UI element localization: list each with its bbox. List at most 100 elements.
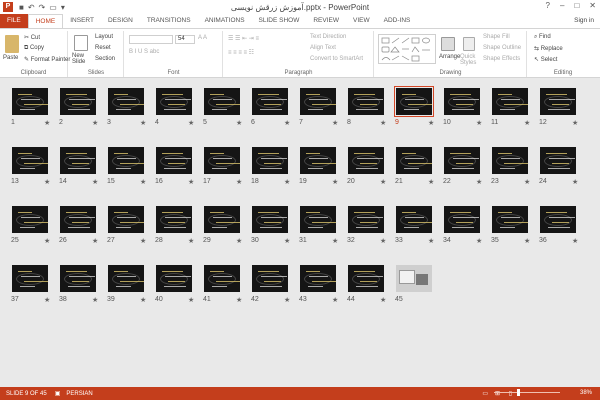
zoom-level[interactable]: 38% xyxy=(580,390,592,396)
tab-animations[interactable]: ANIMATIONS xyxy=(198,14,252,28)
slide-thumbnail[interactable] xyxy=(156,206,192,233)
transition-star-icon[interactable]: ★ xyxy=(236,178,242,186)
slide-thumbnail[interactable] xyxy=(108,206,144,233)
slide-thumbnail[interactable] xyxy=(348,265,384,292)
arrange-button[interactable]: Arrange xyxy=(439,54,460,60)
transition-star-icon[interactable]: ★ xyxy=(44,296,50,304)
tab-slide-show[interactable]: SLIDE SHOW xyxy=(252,14,307,28)
shape-fill-button[interactable]: Shape Fill xyxy=(483,34,510,40)
transition-star-icon[interactable]: ★ xyxy=(380,237,386,245)
slide-thumbnail[interactable] xyxy=(60,265,96,292)
transition-star-icon[interactable]: ★ xyxy=(428,237,434,245)
tab-insert[interactable]: INSERT xyxy=(63,14,101,28)
transition-star-icon[interactable]: ★ xyxy=(92,237,98,245)
transition-star-icon[interactable]: ★ xyxy=(524,178,530,186)
transition-star-icon[interactable]: ★ xyxy=(332,237,338,245)
convert-smartart-button[interactable]: Convert to SmartArt xyxy=(310,56,363,62)
layout-button[interactable]: Layout xyxy=(95,34,113,40)
slide-thumbnail[interactable] xyxy=(252,206,288,233)
proofing-icon[interactable]: ▣ xyxy=(55,390,61,397)
transition-star-icon[interactable]: ★ xyxy=(140,296,146,304)
slide-thumbnail[interactable] xyxy=(12,88,48,115)
sign-in-link[interactable]: Sign in xyxy=(574,17,594,24)
list-icons[interactable]: ☰ ☰ ⇤ ⇥ ≡ xyxy=(228,35,259,42)
slide-thumbnail[interactable] xyxy=(60,206,96,233)
transition-star-icon[interactable]: ★ xyxy=(476,178,482,186)
slide-thumbnail[interactable] xyxy=(252,88,288,115)
cut-button[interactable]: ✂ Cut xyxy=(24,34,40,41)
transition-star-icon[interactable]: ★ xyxy=(428,178,434,186)
transition-star-icon[interactable]: ★ xyxy=(380,296,386,304)
transition-star-icon[interactable]: ★ xyxy=(332,178,338,186)
quick-styles-button[interactable]: Quick Styles xyxy=(460,54,480,66)
slide-thumbnail[interactable] xyxy=(60,147,96,174)
transition-star-icon[interactable]: ★ xyxy=(236,119,242,127)
paste-button[interactable]: Paste xyxy=(3,55,18,61)
quick-styles-icon[interactable] xyxy=(463,37,475,51)
transition-star-icon[interactable]: ★ xyxy=(44,119,50,127)
transition-star-icon[interactable]: ★ xyxy=(236,237,242,245)
slide-thumbnail[interactable] xyxy=(540,88,576,115)
slide-thumbnail[interactable] xyxy=(396,147,432,174)
transition-star-icon[interactable]: ★ xyxy=(380,119,386,127)
slide-thumbnail[interactable] xyxy=(540,206,576,233)
section-button[interactable]: Section xyxy=(95,56,115,62)
transition-star-icon[interactable]: ★ xyxy=(188,237,194,245)
transition-star-icon[interactable]: ★ xyxy=(140,119,146,127)
slide-thumbnail[interactable] xyxy=(156,88,192,115)
tab-add-ins[interactable]: ADD-INS xyxy=(377,14,418,28)
slide-thumbnail[interactable] xyxy=(348,147,384,174)
slide-thumbnail[interactable] xyxy=(540,147,576,174)
transition-star-icon[interactable]: ★ xyxy=(284,296,290,304)
transition-star-icon[interactable]: ★ xyxy=(284,178,290,186)
minimize-button[interactable]: – xyxy=(560,1,564,10)
slide-thumbnail[interactable] xyxy=(444,88,480,115)
slide-thumbnail[interactable] xyxy=(108,88,144,115)
slide-thumbnail[interactable] xyxy=(60,88,96,115)
slide-thumbnail[interactable] xyxy=(492,147,528,174)
transition-star-icon[interactable]: ★ xyxy=(188,296,194,304)
help-icon[interactable]: ? xyxy=(546,1,550,10)
transition-star-icon[interactable]: ★ xyxy=(92,119,98,127)
slide-thumbnail[interactable] xyxy=(396,265,432,292)
transition-star-icon[interactable]: ★ xyxy=(140,178,146,186)
slide-thumbnail[interactable] xyxy=(394,86,434,117)
transition-star-icon[interactable]: ★ xyxy=(44,178,50,186)
slide-thumbnail[interactable] xyxy=(12,206,48,233)
transition-star-icon[interactable]: ★ xyxy=(572,178,578,186)
paste-icon[interactable] xyxy=(5,35,19,53)
slide-thumbnail[interactable] xyxy=(300,265,336,292)
slide-thumbnail[interactable] xyxy=(12,147,48,174)
transition-star-icon[interactable]: ★ xyxy=(332,296,338,304)
transition-star-icon[interactable]: ★ xyxy=(188,178,194,186)
new-slide-icon[interactable] xyxy=(74,35,88,51)
slide-thumbnail[interactable] xyxy=(300,147,336,174)
transition-star-icon[interactable]: ★ xyxy=(428,119,434,127)
slide-thumbnail[interactable] xyxy=(204,88,240,115)
maximize-button[interactable]: □ xyxy=(574,1,579,10)
tab-home[interactable]: HOME xyxy=(27,14,64,28)
text-direction-button[interactable]: Text Direction xyxy=(310,34,346,40)
font-name-field[interactable] xyxy=(129,35,173,44)
tab-view[interactable]: VIEW xyxy=(346,14,377,28)
transition-star-icon[interactable]: ★ xyxy=(284,237,290,245)
slide-thumbnail[interactable] xyxy=(348,88,384,115)
transition-star-icon[interactable]: ★ xyxy=(332,119,338,127)
slide-thumbnail[interactable] xyxy=(108,265,144,292)
tab-design[interactable]: DESIGN xyxy=(101,14,140,28)
font-size-field[interactable]: 54 xyxy=(175,35,195,44)
transition-star-icon[interactable]: ★ xyxy=(92,178,98,186)
slide-thumbnail[interactable] xyxy=(12,265,48,292)
align-icons[interactable]: ≡ ≡ ≡ ≡ ☷ xyxy=(228,49,254,56)
transition-star-icon[interactable]: ★ xyxy=(92,296,98,304)
slide-thumbnail[interactable] xyxy=(108,147,144,174)
slide-thumbnail[interactable] xyxy=(252,147,288,174)
transition-star-icon[interactable]: ★ xyxy=(572,119,578,127)
select-button[interactable]: ↖ Select xyxy=(534,56,557,63)
zoom-slider-thumb[interactable] xyxy=(517,389,520,396)
slide-thumbnail[interactable] xyxy=(492,206,528,233)
slide-thumbnail[interactable] xyxy=(204,206,240,233)
shape-effects-button[interactable]: Shape Effects xyxy=(483,56,520,62)
tab-file[interactable]: FILE xyxy=(0,14,28,28)
arrange-icon[interactable] xyxy=(441,37,455,51)
